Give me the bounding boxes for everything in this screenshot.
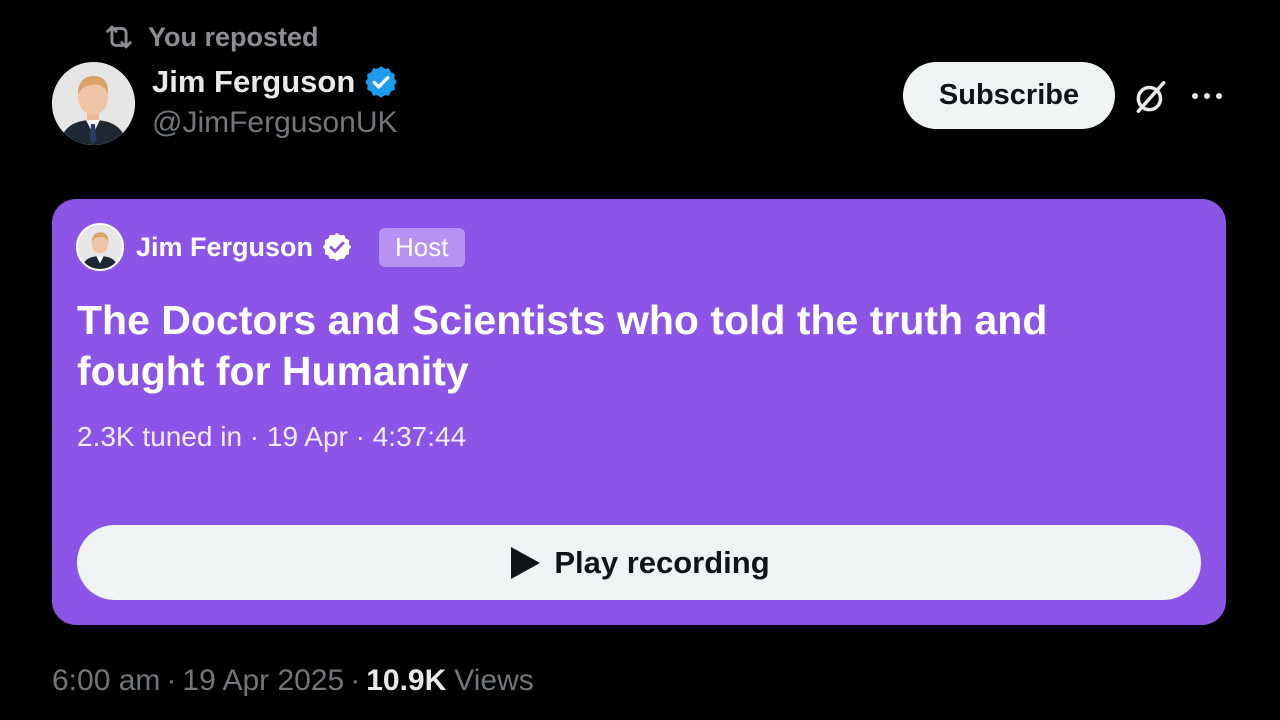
separator: · (166, 664, 177, 697)
play-icon (511, 546, 541, 579)
space-title: The Doctors and Scientists who told the … (77, 297, 1048, 394)
subscribe-button[interactable]: Subscribe (903, 62, 1115, 129)
author-handle[interactable]: @JimFergusonUK (152, 106, 398, 140)
verified-badge-icon (365, 66, 398, 98)
author-name[interactable]: Jim Ferguson (152, 64, 355, 100)
space-host-row: Jim Ferguson Host (76, 223, 465, 271)
grok-icon[interactable] (1132, 78, 1170, 116)
host-verified-icon (323, 233, 352, 261)
post-time[interactable]: 6:00 am (52, 664, 160, 698)
repost-label: You reposted (148, 21, 319, 52)
author-avatar[interactable] (52, 62, 135, 145)
avatar-photo (52, 62, 135, 145)
post-footer: 6:00 am · 19 Apr 2025 · 10.9K Views (52, 664, 534, 698)
views-label: Views (454, 664, 534, 697)
play-recording-label: Play recording (554, 544, 770, 580)
host-avatar-photo (78, 225, 122, 269)
host-badge: Host (379, 227, 465, 267)
space-card[interactable]: Jim Ferguson Host The Doctors and Scient… (52, 199, 1226, 625)
host-avatar (76, 223, 124, 271)
post-date[interactable]: 19 Apr 2025 (182, 664, 344, 698)
separator: · (350, 664, 361, 697)
repost-icon (106, 25, 132, 49)
more-icon[interactable] (1188, 84, 1226, 108)
play-recording-button[interactable]: Play recording (77, 525, 1201, 600)
author-name-row[interactable]: Jim Ferguson (152, 64, 399, 100)
repost-indicator[interactable]: You reposted (102, 20, 319, 54)
views-count: 10.9K (366, 664, 447, 697)
space-meta: 2.3K tuned in · 19 Apr · 4:37:44 (77, 421, 467, 452)
host-name: Jim Ferguson (136, 231, 314, 262)
